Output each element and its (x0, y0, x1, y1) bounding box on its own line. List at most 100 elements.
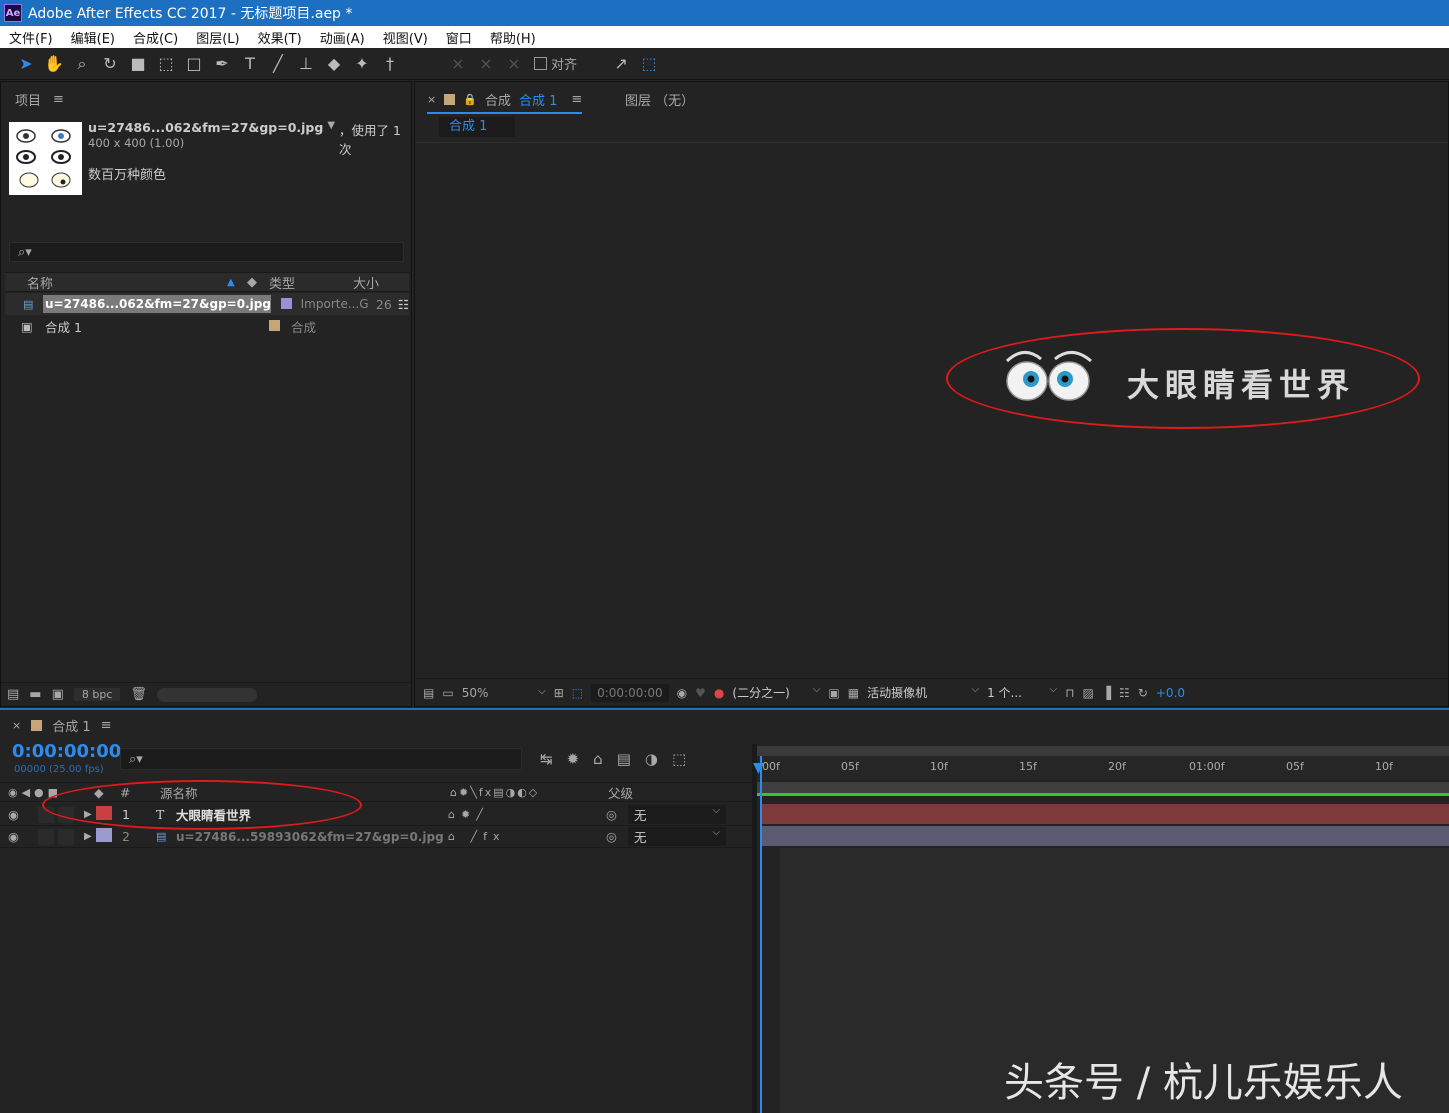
panel-menu-icon[interactable]: ≡ (101, 718, 112, 733)
usage-dropdown-icon[interactable]: ▼ (327, 120, 335, 158)
zoom-tool-icon[interactable]: ⌕ (68, 50, 96, 78)
menu-help[interactable]: 帮助(H) (481, 28, 545, 47)
viewer-tab-comp[interactable]: 合成 1 (519, 90, 557, 109)
toggle-pixel-aspect-icon[interactable]: ⊓ (1065, 686, 1074, 700)
view-axis-icon[interactable]: ⨯ (500, 50, 528, 78)
exposure-value[interactable]: +0.0 (1156, 686, 1185, 700)
close-tab-icon[interactable]: × (12, 719, 21, 732)
project-search-input[interactable]: ⌕▾ (9, 242, 404, 262)
playhead-icon[interactable]: ▼ (753, 760, 764, 776)
layer-name[interactable]: u=27486...59893062&fm=27&gp=0.jpg (176, 830, 448, 844)
project-item[interactable]: ▤ u=27486...062&fm=27&gp=0.jpg Importe..… (5, 293, 409, 315)
menu-window[interactable]: 窗口 (437, 28, 481, 47)
layer-switches[interactable]: ⌂ ╱fx (448, 830, 606, 843)
pan-behind-tool-icon[interactable]: ⬚ (152, 50, 180, 78)
label-swatch[interactable] (280, 297, 292, 309)
clone-stamp-tool-icon[interactable]: ⊥ (292, 50, 320, 78)
lock-icon[interactable]: 🔒 (463, 93, 477, 106)
selection-tool-icon[interactable]: ➤ (12, 50, 40, 78)
region-of-interest-icon[interactable]: ▣ (828, 686, 839, 700)
layer-track-bar[interactable] (762, 804, 1449, 824)
interpret-footage-icon[interactable]: ▤ (7, 687, 19, 702)
draft-3d-icon[interactable]: ✹ (567, 750, 580, 768)
flowchart-icon[interactable]: ☷ (1119, 686, 1130, 700)
reset-exposure-icon[interactable]: ↻ (1138, 686, 1148, 700)
layer-switches-icon[interactable]: ⌂✹╲fx▤◑◐◇ (450, 786, 608, 799)
mask-visibility-icon[interactable]: ⬚ (572, 686, 583, 700)
resolution-dropdown[interactable]: (二分之一) ⌵ (732, 684, 820, 701)
timeline-icon[interactable]: ▐ (1102, 686, 1111, 700)
eye-icon[interactable]: ◉ (0, 807, 38, 822)
layer-label-swatch[interactable] (96, 828, 112, 842)
menu-edit[interactable]: 编辑(E) (62, 28, 124, 47)
monitor-icon[interactable]: ▭ (442, 686, 453, 700)
rectangle-tool-icon[interactable]: □ (180, 50, 208, 78)
close-tab-icon[interactable]: × (427, 93, 436, 106)
time-navigator[interactable] (757, 746, 1449, 756)
frame-blending-icon[interactable]: ▤ (617, 750, 631, 768)
pickwhip-icon[interactable]: ◎ (606, 829, 628, 844)
show-snapshot-icon[interactable]: ♥ (695, 686, 706, 700)
panel-menu-icon[interactable]: ≡ (53, 92, 64, 107)
menu-effect[interactable]: 效果(T) (249, 28, 311, 47)
menu-view[interactable]: 视图(V) (374, 28, 437, 47)
menu-composition[interactable]: 合成(C) (124, 28, 187, 47)
zoom-dropdown[interactable]: 50% ⌵ (462, 686, 546, 700)
puppet-pin-tool-icon[interactable]: † (376, 50, 404, 78)
camera-dropdown[interactable]: 活动摄像机 ⌵ (867, 684, 979, 701)
layer-search-input[interactable]: ⌕▾ (120, 748, 522, 770)
eraser-tool-icon[interactable]: ◆ (320, 50, 348, 78)
transparency-grid-icon[interactable]: ▦ (848, 686, 859, 700)
panel-menu-icon[interactable]: ≡ (571, 92, 582, 107)
always-preview-icon[interactable]: ▤ (423, 686, 434, 700)
fast-previews-icon[interactable]: ▨ (1082, 686, 1093, 700)
thumbnail-scroll[interactable] (156, 687, 257, 702)
world-axis-icon[interactable]: ⨯ (472, 50, 500, 78)
brush-tool-icon[interactable]: ╱ (264, 50, 292, 78)
viewer-timecode[interactable]: 0:00:00:00 (591, 683, 669, 702)
graph-editor-icon[interactable]: ⬚ (672, 750, 686, 768)
menu-animation[interactable]: 动画(A) (311, 28, 374, 47)
lock-switch[interactable] (58, 828, 74, 845)
layer-viewer-tab[interactable]: 图层 （无） (625, 90, 694, 109)
column-name[interactable]: 名称 (5, 273, 227, 292)
comp-breadcrumb[interactable]: 合成 1 (439, 117, 515, 137)
parent-dropdown[interactable]: 无 ⌵ (628, 827, 726, 846)
pen-tool-icon[interactable]: ✒ (208, 50, 236, 78)
menu-layer[interactable]: 图层(L) (187, 28, 248, 47)
layer-row[interactable]: ◉ ▶ 2 ▤ u=27486...59893062&fm=27&gp=0.jp… (0, 826, 752, 848)
timeline-tab-label[interactable]: 合成 1 (52, 716, 90, 735)
label-column-icon[interactable]: ◆ (247, 275, 269, 290)
current-time-indicator[interactable] (760, 756, 762, 1113)
pickwhip-icon[interactable]: ◎ (606, 807, 628, 822)
work-area-bar[interactable] (757, 782, 1449, 796)
trash-icon[interactable]: 🗑 (130, 687, 147, 702)
layer-track-bar[interactable] (762, 826, 1449, 846)
snap-toggle[interactable]: 对齐 (534, 54, 577, 73)
snap-options-icon[interactable]: ↗ (607, 50, 635, 78)
flowchart-icon[interactable]: ☷ (398, 297, 409, 312)
safe-zones-icon[interactable]: ⊞ (554, 686, 564, 700)
layer-switches[interactable]: ⌂✹╱ (448, 808, 606, 821)
hand-tool-icon[interactable]: ✋ (40, 50, 68, 78)
channel-icon[interactable]: ● (714, 686, 724, 700)
current-time-display[interactable]: 0:00:00:00 (12, 741, 121, 762)
column-size[interactable]: 大小 (353, 273, 379, 292)
solo-switch[interactable] (38, 828, 54, 845)
roto-brush-tool-icon[interactable]: ✦ (348, 50, 376, 78)
views-dropdown[interactable]: 1 个... ⌵ (987, 684, 1057, 701)
camera-tool-icon[interactable]: ■ (124, 50, 152, 78)
hide-shy-layers-icon[interactable]: ⌂ (593, 750, 603, 768)
label-swatch[interactable] (269, 319, 280, 331)
text-tool-icon[interactable]: T (236, 50, 264, 78)
project-item[interactable]: ▣ 合成 1 合成 (5, 315, 409, 337)
comp-mini-flowchart-icon[interactable]: ↹ (540, 750, 553, 768)
snap-checkbox[interactable] (534, 57, 547, 70)
menu-file[interactable]: 文件(F) (0, 28, 62, 47)
local-axis-icon[interactable]: ⨯ (444, 50, 472, 78)
new-composition-icon[interactable]: ▣ (52, 687, 64, 702)
project-bpc[interactable]: 8 bpc (73, 688, 121, 701)
sort-ascending-icon[interactable]: ▲ (227, 277, 247, 288)
snapshot-icon[interactable]: ◉ (677, 686, 687, 700)
time-ruler[interactable]: 00f 05f 10f 15f 20f 01:00f 05f 10f (757, 756, 1449, 780)
